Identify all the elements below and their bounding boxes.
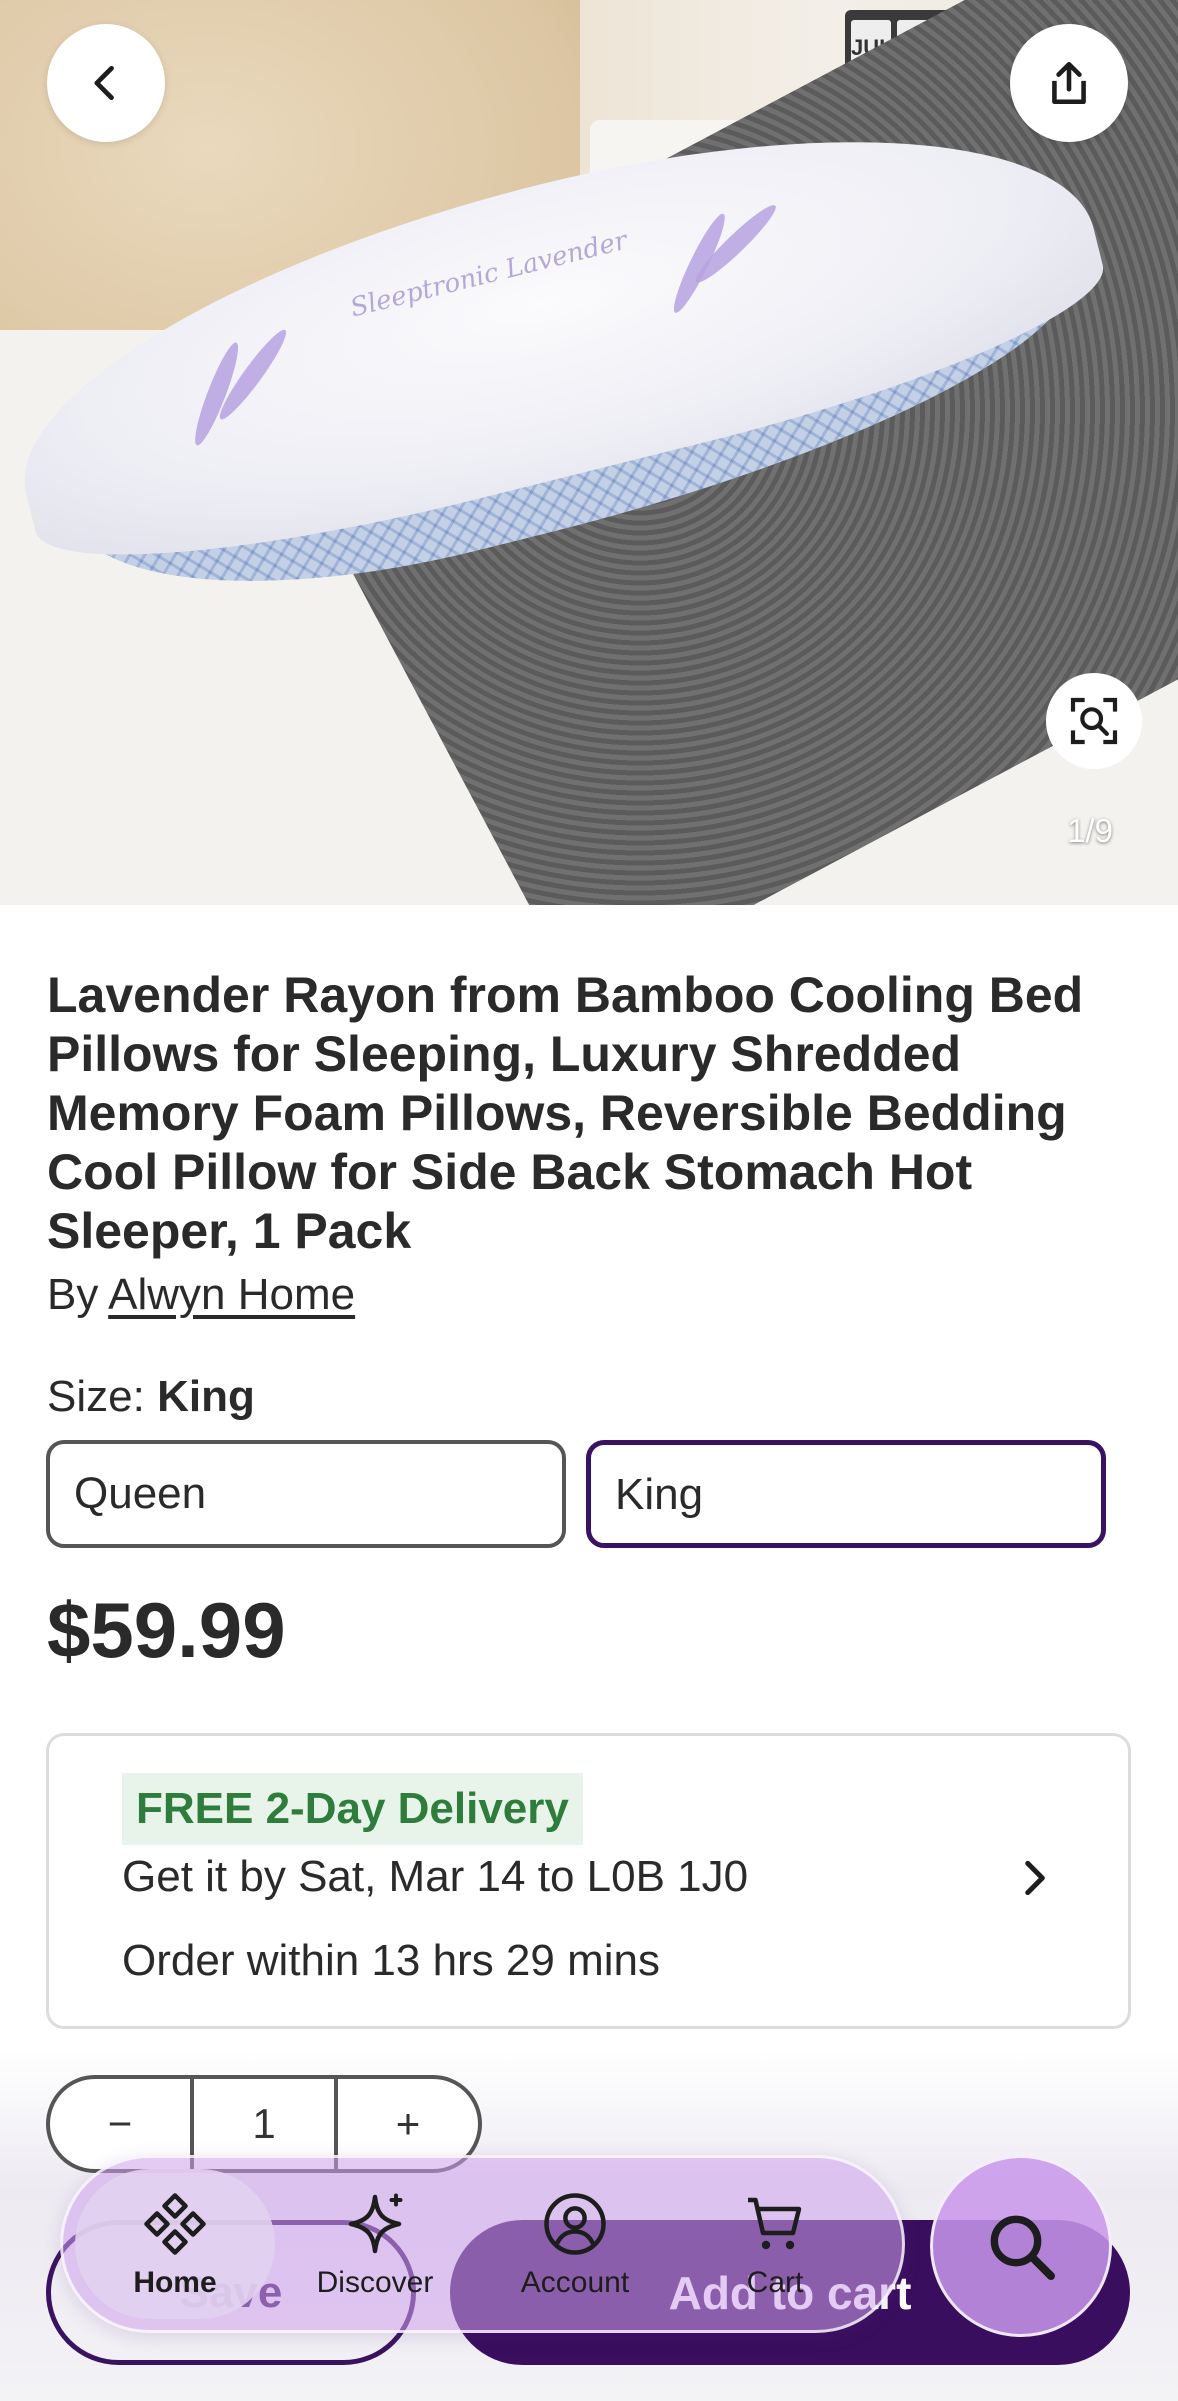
back-button[interactable] [47,24,165,142]
delivery-eta: Get it by Sat, Mar 14 to L0B 1J0 [122,1852,749,1901]
size-option-queen[interactable]: Queen [46,1440,566,1548]
visual-search-button[interactable] [1046,673,1142,769]
selected-size: King [157,1372,255,1421]
search-icon [990,2215,1055,2280]
tab-account-label: Account [520,2266,630,2299]
tab-discover[interactable]: Discover [275,2169,475,2319]
product-image-carousel[interactable]: JUL 28 Sleeptronic Lavender 1/9 [0,0,1178,905]
chevron-right-icon [1025,1860,1045,1896]
tab-home-label: Home [133,2266,217,2299]
tab-home[interactable]: Home [75,2169,275,2319]
pillow-brand-print: Sleeptronic Lavender [347,225,631,324]
share-icon [1052,61,1086,105]
home-icon [144,2193,206,2255]
sparkle-icon [348,2193,403,2254]
image-search-icon [1070,697,1118,745]
cart-icon [748,2197,802,2250]
size-label: Size: King [47,1372,255,1422]
account-icon [544,2193,606,2255]
tab-cart[interactable]: Cart [675,2169,875,2319]
tab-account[interactable]: Account [475,2169,675,2319]
byline-prefix: By [47,1270,99,1319]
byline: By Alwyn Home [47,1270,355,1320]
brand-link[interactable]: Alwyn Home [108,1270,355,1319]
delivery-card[interactable]: FREE 2-Day Delivery Get it by Sat, Mar 1… [46,1733,1131,2029]
size-option-king[interactable]: King [586,1440,1106,1548]
tab-cart-label: Cart [746,2266,804,2299]
chevron-left-icon [94,65,114,101]
bottom-tab-bar: Home Discover Account Cart [60,2155,905,2333]
search-button[interactable] [930,2155,1112,2337]
free-delivery-badge: FREE 2-Day Delivery [122,1773,583,1845]
share-button[interactable] [1010,24,1128,142]
product-title: Lavender Rayon from Bamboo Cooling Bed P… [47,967,1084,1259]
tab-discover-label: Discover [316,2266,434,2299]
size-label-text: Size: [47,1372,145,1421]
product-price: $59.99 [47,1586,286,1674]
image-counter: 1/9 [1067,812,1113,849]
order-cutoff: Order within 13 hrs 29 mins [122,1936,660,1985]
